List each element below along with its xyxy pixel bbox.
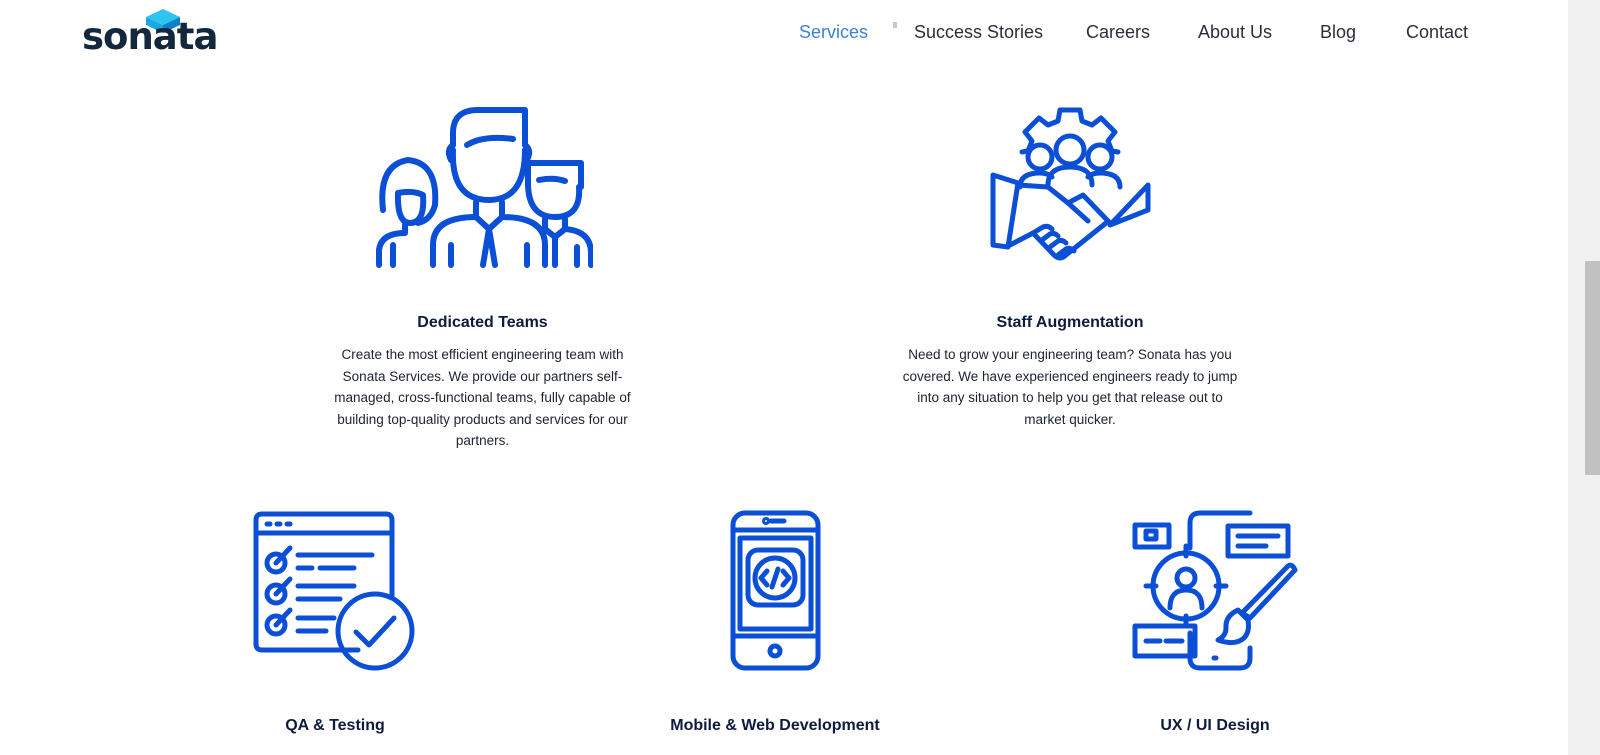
page-scrollbar[interactable] [1568, 0, 1600, 755]
nav-careers[interactable]: Careers [1086, 22, 1150, 43]
service-title: Mobile & Web Development [670, 717, 880, 734]
checklist-icon [253, 511, 415, 671]
team-people-icon [375, 107, 593, 268]
service-description: Need to grow your engineering team? Sona… [902, 347, 1238, 427]
nav-blog[interactable]: Blog [1320, 22, 1356, 43]
service-card-qa-testing: QA & Testing [235, 508, 435, 735]
mobile-code-icon [730, 510, 820, 671]
service-card-ux-ui: UX / UI Design [1105, 508, 1325, 735]
nav-about-us[interactable]: About Us [1198, 22, 1272, 43]
scrollbar-thumb[interactable] [1585, 261, 1600, 475]
nav-contact[interactable]: Contact [1406, 22, 1468, 43]
nav-marker [893, 22, 897, 28]
handshake-gear-icon [990, 107, 1150, 261]
nav-services[interactable]: Services [799, 22, 868, 43]
service-description: Create the most efficient engineering te… [334, 347, 631, 448]
site-header: sonata Services Success Stories Careers … [0, 0, 1568, 68]
service-card-staff-augmentation: Staff Augmentation Need to grow your eng… [895, 105, 1245, 430]
service-title: QA & Testing [285, 717, 385, 734]
main-nav: Services Success Stories Careers About U… [0, 22, 1568, 46]
service-title: UX / UI Design [1160, 717, 1270, 734]
design-tools-icon [1132, 510, 1298, 671]
service-card-mobile-web: Mobile & Web Development [655, 508, 895, 735]
service-title: Staff Augmentation [996, 314, 1144, 331]
service-card-dedicated-teams: Dedicated Teams Create the most efficien… [320, 105, 645, 452]
nav-success-stories[interactable]: Success Stories [914, 22, 1043, 43]
service-title: Dedicated Teams [417, 314, 548, 331]
